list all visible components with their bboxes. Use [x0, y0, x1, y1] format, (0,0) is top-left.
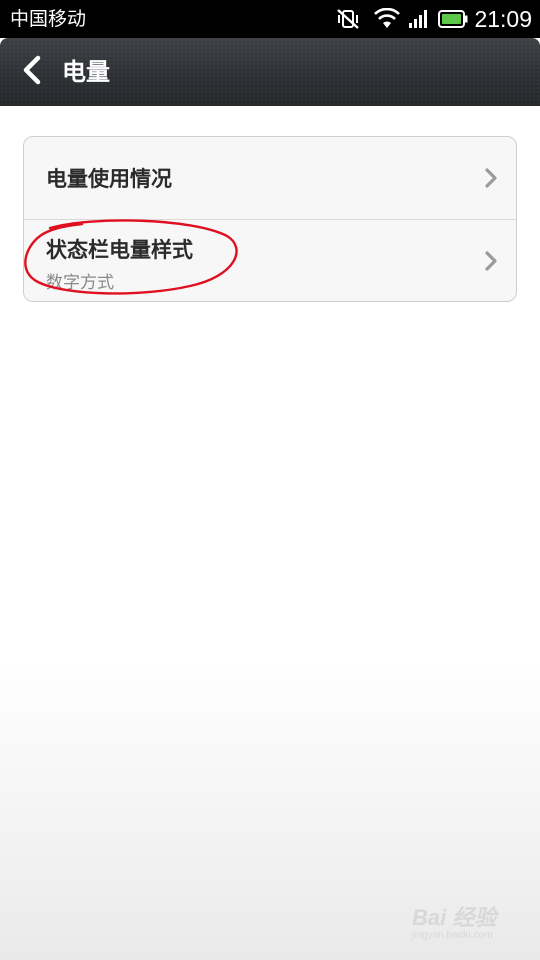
chevron-left-icon — [21, 55, 43, 89]
status-bar: 中国移动 21:09 — [0, 0, 540, 38]
watermark-brand: Bai 经验 — [412, 905, 497, 930]
vibrate-off-icon — [336, 8, 360, 30]
watermark-url: jingyan.baidu.com — [412, 930, 493, 941]
settings-list: 电量使用情况 状态栏电量样式 数字方式 — [23, 136, 517, 302]
chevron-right-icon — [484, 167, 498, 189]
signal-icon — [408, 9, 430, 29]
list-item-battery-usage[interactable]: 电量使用情况 — [24, 137, 516, 219]
list-item-value: 数字方式 — [46, 273, 114, 293]
clock: 21:09 — [474, 6, 532, 32]
wifi-icon — [374, 8, 401, 30]
title-bar: 电量 — [0, 38, 540, 106]
list-item-label: 状态栏电量样式 — [46, 238, 193, 262]
battery-icon — [438, 10, 468, 28]
list-item-statusbar-battery-style[interactable]: 状态栏电量样式 数字方式 — [24, 219, 516, 301]
status-icons: 21:09 — [336, 0, 532, 38]
watermark: Bai 经验 jingyan.baidu.com — [412, 900, 512, 944]
chevron-right-icon — [484, 250, 498, 272]
list-item-label: 电量使用情况 — [46, 167, 172, 191]
page-title: 电量 — [62, 58, 110, 86]
carrier-name: 中国移动 — [10, 8, 87, 30]
back-button[interactable] — [12, 52, 52, 92]
